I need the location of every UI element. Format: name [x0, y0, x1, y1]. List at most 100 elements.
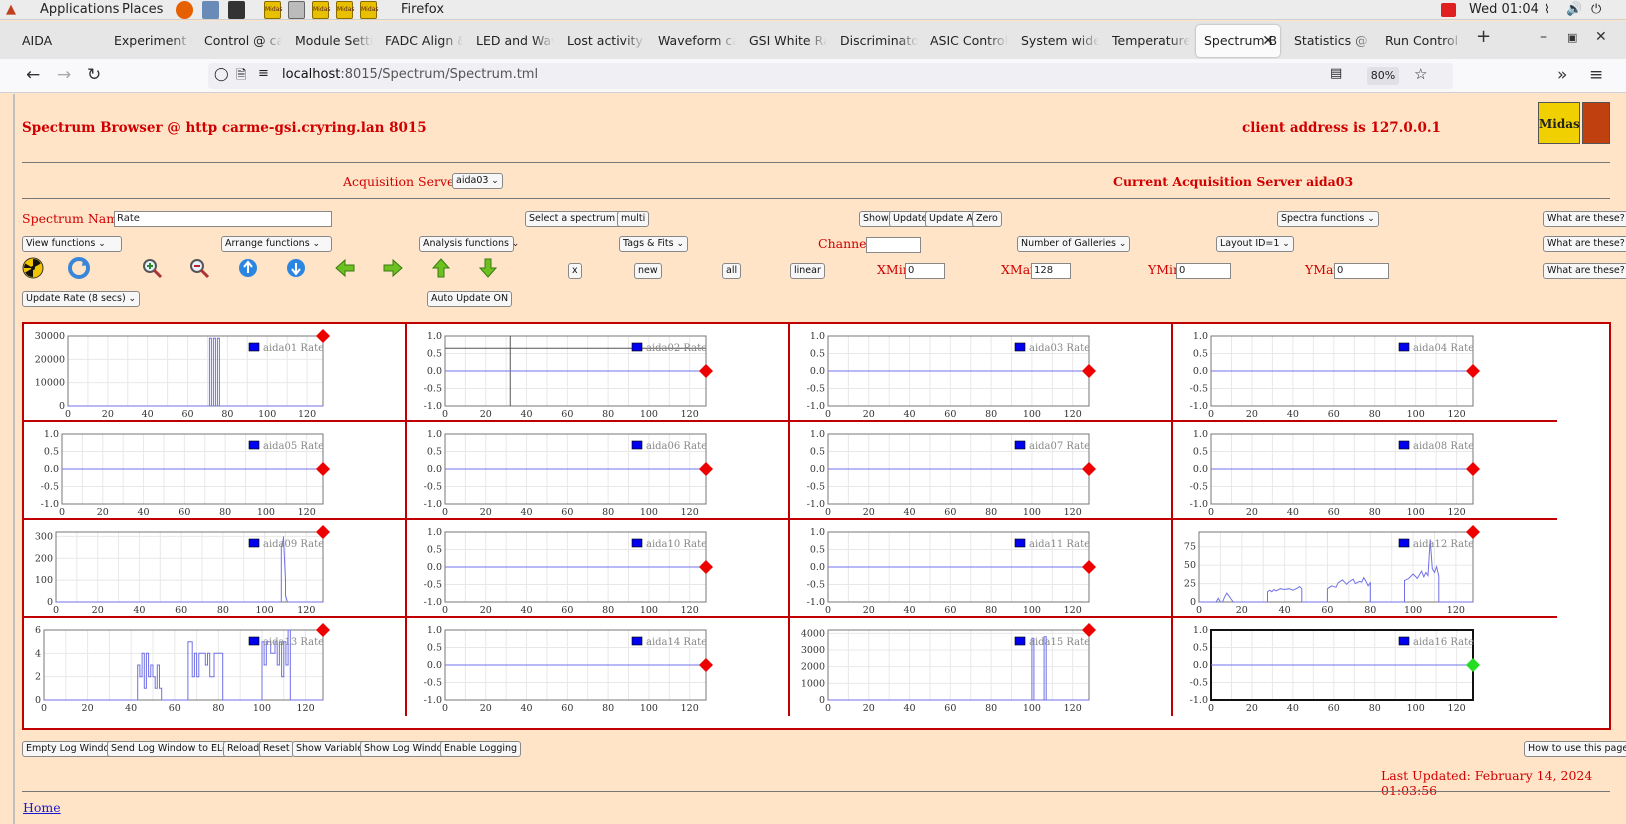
spectrum-cell[interactable]: 0 20 40 60 80 100 120 -1.0 -0.5 0.0 0.5 1.0 aida14 R…	[407, 618, 790, 716]
midas-launcher-icon[interactable]: Midas	[312, 1, 330, 19]
radiation-icon[interactable]	[22, 257, 44, 279]
zoom-in-icon[interactable]	[141, 257, 163, 279]
power-icon[interactable]: ⏻	[1591, 2, 1601, 17]
tab-module-settings[interactable]: Module Setti	[291, 25, 373, 57]
x-button[interactable]: x	[568, 263, 582, 279]
network-icon[interactable]: ⌇	[1544, 2, 1550, 16]
url-bar[interactable]: ◯ 🗎 ≡ localhost:8015/Spectrum/Spectrum.t…	[208, 63, 1453, 89]
tab-led-waveform[interactable]: LED and Wav	[472, 25, 554, 57]
tab-aida[interactable]: AIDA	[18, 25, 98, 57]
arrange-functions-dropdown[interactable]: Arrange functions	[221, 236, 332, 252]
layout-dropdown[interactable]: Layout ID=1	[1216, 236, 1294, 252]
minimize-icon[interactable]: –	[1540, 29, 1547, 45]
refresh-icon[interactable]	[68, 257, 90, 279]
shield-icon[interactable]: ◯	[214, 67, 229, 82]
zero-button[interactable]: Zero	[972, 211, 1002, 227]
ymax-input[interactable]: 0	[1334, 263, 1389, 279]
forward-icon[interactable]: →	[57, 65, 71, 85]
midas-launcher-icon[interactable]: Midas	[336, 1, 354, 19]
spectrum-name-input[interactable]: Rate	[114, 211, 332, 227]
close-window-icon[interactable]: ✕	[1595, 29, 1607, 45]
tab-discriminator[interactable]: Discriminator	[836, 25, 918, 57]
reset-button[interactable]: Reset	[259, 741, 294, 757]
tab-spectrum-browser[interactable]: Spectrum B ✕	[1196, 25, 1280, 57]
tab-run-control[interactable]: Run Control (	[1381, 25, 1463, 57]
spectra-functions-dropdown[interactable]: Spectra functions	[1277, 211, 1379, 227]
tab-waveform[interactable]: Waveform ca	[654, 25, 736, 57]
analysis-functions-dropdown[interactable]: Analysis functions	[419, 236, 514, 252]
down-arrow-icon[interactable]	[477, 257, 499, 279]
xmax-input[interactable]: 128	[1031, 263, 1071, 279]
left-arrow-icon[interactable]	[334, 257, 356, 279]
spectrum-cell[interactable]: 0 20 40 60 80 100 120 -1.0 -0.5 0.0 0.5 1.0 aida08 R…	[1173, 422, 1557, 520]
home-link[interactable]: Home	[23, 800, 61, 815]
acquisition-server-select[interactable]: aida03	[452, 173, 503, 189]
zoom-out-icon[interactable]	[188, 257, 210, 279]
enable-logging-button[interactable]: Enable Logging	[440, 741, 522, 757]
new-tab-icon[interactable]: +	[1476, 26, 1491, 47]
how-to-use-button[interactable]: How to use this page	[1524, 741, 1626, 757]
up-circle-icon[interactable]	[237, 257, 259, 279]
what-are-these-button[interactable]: What are these?	[1543, 211, 1626, 227]
back-icon[interactable]: ←	[26, 65, 40, 85]
notification-icon[interactable]	[1441, 3, 1456, 17]
spectrum-cell[interactable]: 0 20 40 60 80 100 120 -1.0 -0.5 0.0 0.5 1.0 aida04 R…	[1173, 324, 1557, 422]
down-circle-icon[interactable]	[285, 257, 307, 279]
spectrum-cell[interactable]: 0 20 40 60 80 100 120 -1.0 -0.5 0.0 0.5 1.0 aida06 R…	[407, 422, 790, 520]
spectrum-cell[interactable]: 0 20 40 60 80 100 120 -1.0 -0.5 0.0 0.5 1.0 aida03 R…	[790, 324, 1173, 422]
page-icon[interactable]: 🗎	[236, 66, 246, 88]
channel-input[interactable]	[866, 237, 921, 253]
spectrum-cell[interactable]: 0 20 40 60 80 100 120 -1.0 -0.5 0.0 0.5 1.0 aida05 R…	[24, 422, 407, 520]
tab-temperature[interactable]: Temperature	[1108, 25, 1190, 57]
xmin-input[interactable]: 0	[905, 263, 945, 279]
spectrum-cell[interactable]: 0 20 40 60 80 100 120 -1.0 -0.5 0.0 0.5 1.0 aida16 R…	[1173, 618, 1557, 716]
spectrum-cell[interactable]: 0 20 40 60 80 100 120 -1.0 -0.5 0.0 0.5 1.0 aida02 R…	[407, 324, 790, 422]
url-text[interactable]: localhost:8015/Spectrum/Spectrum.tml	[282, 67, 538, 82]
select-spectrum-dropdown[interactable]: Select a spectrum	[525, 211, 630, 227]
send-log-button[interactable]: Send Log Window to ELog	[107, 741, 238, 757]
printer-launcher-icon[interactable]	[288, 1, 305, 19]
places-menu[interactable]: Places	[122, 2, 163, 17]
tab-lost-activity[interactable]: Lost activity r	[563, 25, 645, 57]
maximize-icon[interactable]: ▣	[1567, 31, 1577, 44]
clock[interactable]: Wed 01:04	[1469, 2, 1539, 17]
spectrum-cell[interactable]: 0 20 40 60 80 100 120 0 1000 2000 3000 4000 aida15 R…	[790, 618, 1173, 716]
menu-icon[interactable]: ≡	[1589, 65, 1603, 85]
show-button[interactable]: Show	[859, 211, 893, 227]
number-of-galleries-dropdown[interactable]: Number of Galleries	[1017, 236, 1131, 252]
multi-button[interactable]: multi	[617, 211, 650, 227]
close-tab-icon[interactable]: ✕	[1262, 25, 1274, 57]
applications-menu[interactable]: Applications	[40, 2, 119, 17]
reload-icon[interactable]: ↻	[87, 65, 101, 85]
reader-view-icon[interactable]: ▤	[1330, 66, 1342, 81]
spectrum-cell[interactable]: 0 20 40 60 80 100 120 0 10000 20000 30000 aida01 Ra…	[24, 324, 407, 422]
auto-update-button[interactable]: Auto Update ON	[427, 291, 513, 307]
spectrum-cell[interactable]: 0 20 40 60 80 100 120 0 25 50 75 aida12 Rate	[1173, 520, 1557, 618]
bookmark-star-icon[interactable]: ☆	[1414, 65, 1427, 83]
terminal-icon[interactable]	[228, 1, 245, 19]
midas-launcher-icon[interactable]: Midas	[264, 1, 282, 19]
firefox-launcher-icon[interactable]	[176, 1, 193, 19]
update-rate-dropdown[interactable]: Update Rate (8 secs)	[22, 291, 141, 307]
right-arrow-icon[interactable]	[382, 257, 404, 279]
tab-asic-control[interactable]: ASIC Control	[926, 25, 1008, 57]
overflow-chevron-icon[interactable]: »	[1557, 65, 1567, 85]
what-are-these-button[interactable]: What are these?	[1543, 236, 1626, 252]
volume-icon[interactable]: 🔊	[1566, 2, 1582, 17]
tab-statistics[interactable]: Statistics @	[1290, 25, 1372, 57]
up-arrow-icon[interactable]	[430, 257, 452, 279]
tags-fits-dropdown[interactable]: Tags & Fits	[619, 236, 688, 252]
tab-control[interactable]: Control @ ca	[200, 25, 282, 57]
reload-button[interactable]: Reload	[223, 741, 264, 757]
all-button[interactable]: all	[722, 263, 742, 279]
tab-fadc-align[interactable]: FADC Align &	[381, 25, 463, 57]
what-are-these-button[interactable]: What are these?	[1543, 263, 1626, 279]
spectrum-cell[interactable]: 0 20 40 60 80 100 120 0 100 200 300 aida09 Rate	[24, 520, 407, 618]
file-manager-icon[interactable]	[202, 1, 219, 19]
ymin-input[interactable]: 0	[1176, 263, 1231, 279]
view-functions-dropdown[interactable]: View functions	[22, 236, 122, 252]
spectrum-cell[interactable]: 0 20 40 60 80 100 120 -1.0 -0.5 0.0 0.5 1.0 aida07 R…	[790, 422, 1173, 520]
site-permissions-icon[interactable]: ≡	[258, 66, 269, 81]
spectrum-cell[interactable]: 0 20 40 60 80 100 120 0 2 4 6 aida13 Rate	[24, 618, 407, 716]
new-button[interactable]: new	[634, 263, 662, 279]
